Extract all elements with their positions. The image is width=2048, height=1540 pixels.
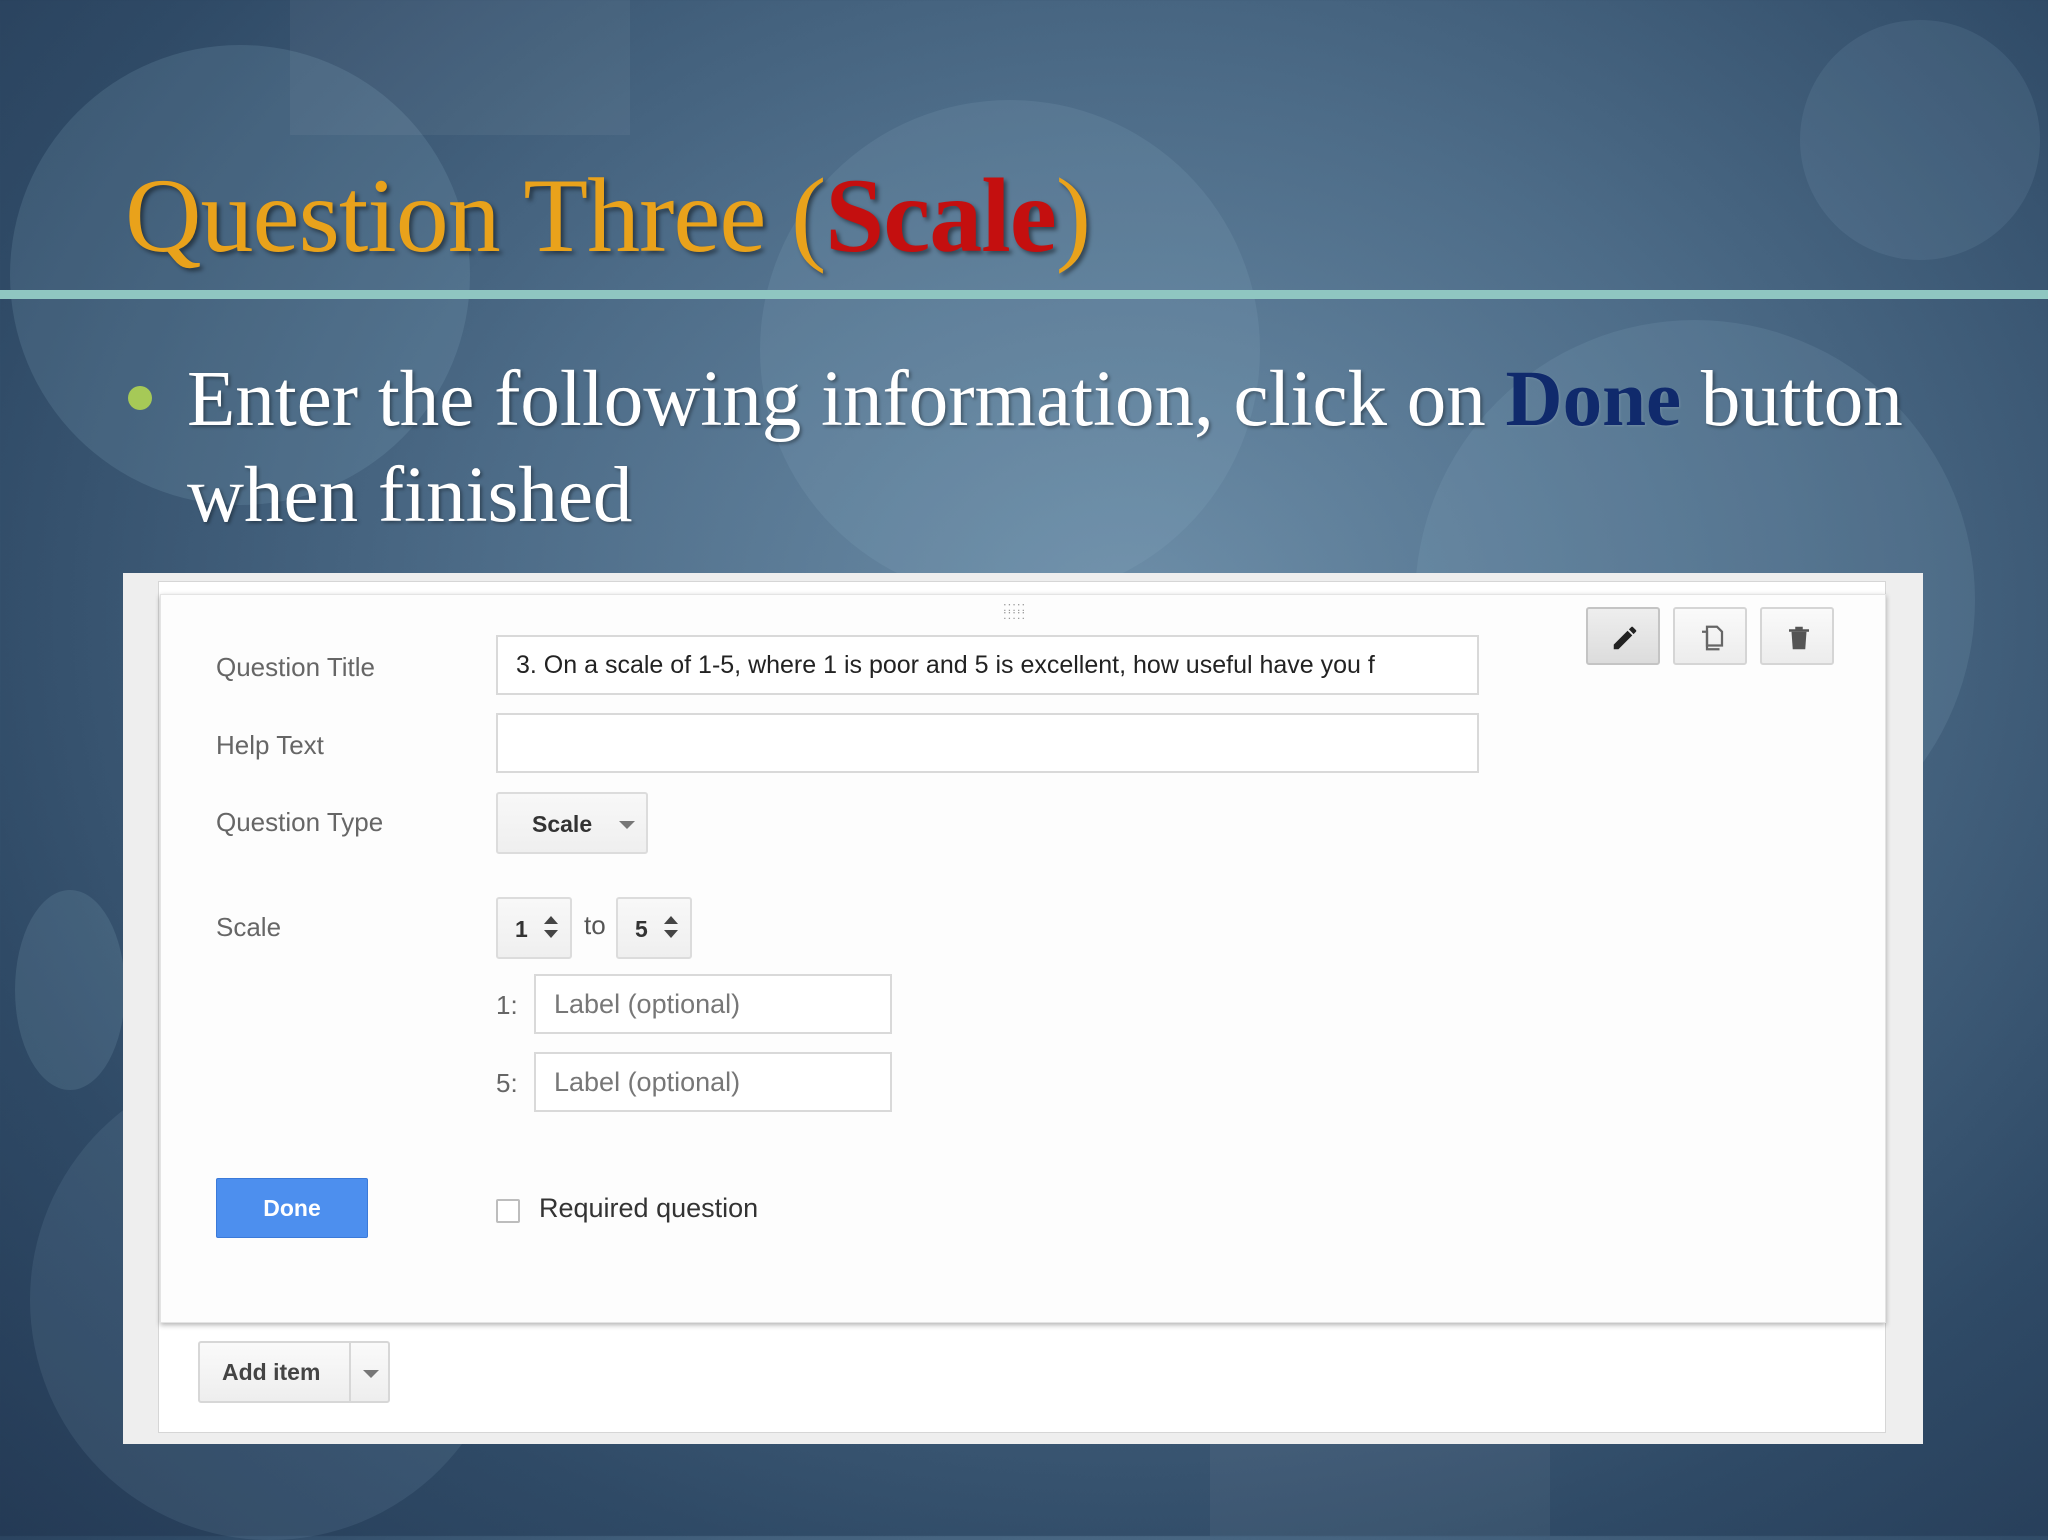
background-bubble xyxy=(1800,20,2040,260)
edit-button[interactable] xyxy=(1586,607,1660,665)
scale-to-text: to xyxy=(584,910,606,940)
bullet-dot-icon xyxy=(128,386,152,410)
delete-button[interactable] xyxy=(1760,607,1834,665)
scale-from-value: 1 xyxy=(515,916,528,942)
question-type-select[interactable]: Scale xyxy=(496,792,648,854)
chevron-down-icon xyxy=(619,821,635,829)
spin-down-icon xyxy=(544,930,558,938)
drag-handle-icon[interactable]: :::::::::: xyxy=(1003,600,1026,621)
scale-to-value: 5 xyxy=(635,916,648,942)
bullet-text: Enter the following information, click o… xyxy=(187,352,1925,544)
duplicate-icon xyxy=(1702,625,1724,651)
high-label-prefix: 5: xyxy=(496,1068,518,1098)
bullet-point: Enter the following information, click o… xyxy=(125,352,1925,544)
done-button[interactable]: Done xyxy=(216,1178,368,1238)
question-card: :::::::::: Question Title 3. On a scale … xyxy=(160,594,1886,1323)
required-question-label: Required question xyxy=(539,1193,759,1223)
question-type-label: Question Type xyxy=(216,807,384,837)
button-divider xyxy=(349,1343,351,1401)
background-rect xyxy=(1210,1440,1550,1536)
low-label-prefix: 1: xyxy=(496,990,518,1020)
spin-up-icon xyxy=(544,916,558,924)
spin-up-icon xyxy=(664,916,678,924)
spin-down-icon xyxy=(664,930,678,938)
chevron-down-icon[interactable] xyxy=(363,1370,379,1378)
low-label-input[interactable]: Label (optional) xyxy=(534,974,892,1034)
trash-icon xyxy=(1789,626,1809,650)
scale-label: Scale xyxy=(216,912,282,942)
question-type-value: Scale xyxy=(532,811,593,837)
background-rect xyxy=(290,0,630,135)
slide-title-text: Question Three ( xyxy=(125,157,826,274)
help-text-label: Help Text xyxy=(216,730,324,760)
slide-title-accent: Scale xyxy=(825,157,1056,274)
title-divider xyxy=(0,290,2048,299)
question-title-input[interactable]: 3. On a scale of 1-5, where 1 is poor an… xyxy=(496,635,1479,695)
scale-from-select[interactable]: 1 xyxy=(496,897,572,959)
help-text-input[interactable] xyxy=(496,713,1479,773)
form-editor: :::::::::: Question Title 3. On a scale … xyxy=(158,581,1886,1433)
add-item-button[interactable]: Add item xyxy=(198,1341,390,1403)
add-item-label: Add item xyxy=(222,1359,321,1385)
slide-title-close: ) xyxy=(1055,157,1091,274)
form-screenshot: :::::::::: Question Title 3. On a scale … xyxy=(123,573,1923,1444)
scale-to-select[interactable]: 5 xyxy=(616,897,692,959)
slide-title: Question Three (Scale) xyxy=(125,155,1091,277)
bullet-emphasis: Done xyxy=(1505,356,1682,443)
duplicate-button[interactable] xyxy=(1673,607,1747,665)
background-bubble xyxy=(15,890,125,1090)
question-title-label: Question Title xyxy=(216,652,375,682)
pencil-icon xyxy=(1613,626,1637,650)
required-checkbox[interactable] xyxy=(496,1199,520,1223)
high-label-input[interactable]: Label (optional) xyxy=(534,1052,892,1112)
bullet-text-before: Enter the following information, click o… xyxy=(187,356,1506,443)
